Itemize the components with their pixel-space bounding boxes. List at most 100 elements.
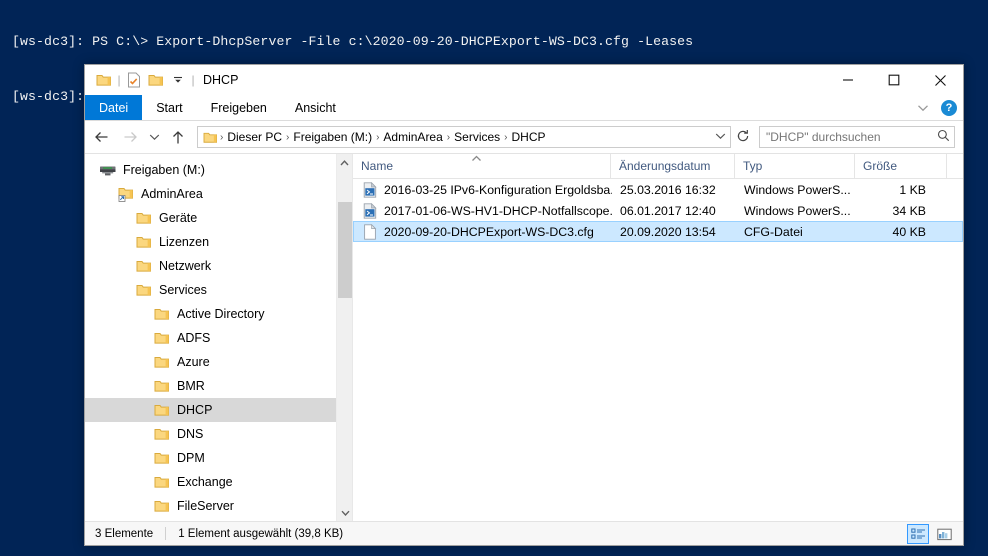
sidebar-item-label: Geräte xyxy=(159,211,198,225)
view-mode-buttons xyxy=(907,522,955,546)
minimize-button[interactable] xyxy=(825,65,871,95)
file-name-cell[interactable]: 2017-01-06-WS-HV1-DHCP-Notfallscope... xyxy=(354,202,612,219)
address-bar-row: › Dieser PC › Freigaben (M:) › AdminArea… xyxy=(85,121,963,153)
scroll-down-arrow-icon[interactable] xyxy=(337,504,352,521)
status-divider xyxy=(165,527,167,540)
breadcrumb: › Dieser PC › Freigaben (M:) › AdminArea… xyxy=(219,130,712,144)
breadcrumb-item-adminarea[interactable]: AdminArea xyxy=(380,130,445,144)
close-button[interactable] xyxy=(917,65,963,95)
folder-icon xyxy=(153,354,171,370)
column-header-nderungsdatum[interactable]: Änderungsdatum xyxy=(611,153,735,179)
file-explorer-window: | | DHCP Datei Start Freigeben Ansicht ?… xyxy=(84,64,964,546)
tab-ansicht[interactable]: Ansicht xyxy=(281,95,350,120)
sidebar-item-fileserver[interactable]: FileServer xyxy=(85,494,352,518)
breadcrumb-item-freigaben[interactable]: Freigaben (M:) xyxy=(290,130,375,144)
sidebar-item-bmr[interactable]: BMR xyxy=(85,374,352,398)
nav-pane-scrollbar[interactable] xyxy=(336,154,352,521)
tab-label: Freigeben xyxy=(210,100,267,115)
folder-icon xyxy=(153,426,171,442)
item-count-label: 3 Elemente xyxy=(95,527,154,540)
sidebar-item-label: Lizenzen xyxy=(159,235,210,249)
search-box[interactable]: "DHCP" durchsuchen xyxy=(759,126,955,148)
sidebar-item-label: AdminArea xyxy=(141,187,203,201)
file-size-cell: 40 KB xyxy=(892,224,927,239)
sidebar-item-dns[interactable]: DNS xyxy=(85,422,352,446)
tab-label: Start xyxy=(156,100,183,115)
folder-tree: Freigaben (M:) AdminArea Geräte Lizenzen Net… xyxy=(85,154,352,518)
folder-icon xyxy=(153,306,171,322)
maximize-button[interactable] xyxy=(871,65,917,95)
sidebar-item-adfs[interactable]: ADFS xyxy=(85,326,352,350)
table-row[interactable]: 2016-03-25 IPv6-Konfiguration Ergoldsba.… xyxy=(353,179,963,200)
search-input[interactable]: "DHCP" durchsuchen xyxy=(766,130,937,144)
sidebar-item-freigaben-m[interactable]: Freigaben (M:) xyxy=(85,158,352,182)
console-line: [ws-dc3]: PS C:\> Export-DhcpServer -Fil… xyxy=(12,34,694,50)
back-button[interactable] xyxy=(89,124,115,150)
generic-file-icon xyxy=(362,223,378,240)
sidebar-item-services[interactable]: Services xyxy=(85,278,352,302)
new-folder-icon[interactable] xyxy=(145,69,167,91)
sidebar-item-exchange[interactable]: Exchange xyxy=(85,470,352,494)
sidebar-item-label: Netzwerk xyxy=(159,259,212,273)
powershell-script-icon xyxy=(362,202,378,219)
details-view-button[interactable] xyxy=(907,524,929,544)
title-bar[interactable]: | | DHCP xyxy=(85,65,963,95)
folder-icon xyxy=(201,131,219,144)
recent-locations-button[interactable] xyxy=(145,124,163,150)
address-bar[interactable]: › Dieser PC › Freigaben (M:) › AdminArea… xyxy=(197,126,731,148)
sidebar-item-label: DHCP xyxy=(177,403,213,417)
breadcrumb-item-dhcp[interactable]: DHCP xyxy=(509,130,549,144)
folder-icon xyxy=(135,210,153,226)
chevron-down-icon[interactable] xyxy=(917,101,929,115)
properties-icon[interactable] xyxy=(123,69,145,91)
column-header-label: Änderungsdatum xyxy=(619,159,711,173)
file-size-cell: 1 KB xyxy=(899,182,926,197)
file-type-cell: Windows PowerS... xyxy=(744,182,851,197)
sidebar-item-label: Services xyxy=(159,283,207,297)
toolbar-separator: | xyxy=(191,73,195,87)
breadcrumb-item-dieser-pc[interactable]: Dieser PC xyxy=(224,130,285,144)
sidebar-item-azure[interactable]: Azure xyxy=(85,350,352,374)
scroll-up-arrow-icon[interactable] xyxy=(337,154,352,171)
sidebar-item-netzwerk[interactable]: Netzwerk xyxy=(85,254,352,278)
tab-freigeben[interactable]: Freigeben xyxy=(197,95,281,120)
sidebar-item-adminarea[interactable]: AdminArea xyxy=(85,182,352,206)
folder-icon xyxy=(153,450,171,466)
file-name-label: 2017-01-06-WS-HV1-DHCP-Notfallscope... xyxy=(384,203,612,218)
folder-icon xyxy=(135,234,153,250)
sidebar-item-dhcp[interactable]: DHCP xyxy=(85,398,352,422)
sidebar-item-active-directory[interactable]: Active Directory xyxy=(85,302,352,326)
large-icons-view-button[interactable] xyxy=(933,524,955,544)
forward-button xyxy=(117,124,143,150)
up-button[interactable] xyxy=(165,124,191,150)
sidebar-item-dpm[interactable]: DPM xyxy=(85,446,352,470)
sidebar-item-label: ADFS xyxy=(177,331,211,345)
column-header-label: Größe xyxy=(863,159,898,173)
file-modified-cell: 06.01.2017 12:40 xyxy=(620,203,716,218)
column-header-typ[interactable]: Typ xyxy=(735,153,855,179)
column-header-name[interactable]: Name xyxy=(353,153,611,179)
file-name-cell[interactable]: 2020-09-20-DHCPExport-WS-DC3.cfg xyxy=(354,223,612,240)
tab-datei[interactable]: Datei xyxy=(85,95,143,120)
breadcrumb-item-services[interactable]: Services xyxy=(451,130,503,144)
toolbar-separator: | xyxy=(117,73,121,87)
sidebar-item-lizenzen[interactable]: Lizenzen xyxy=(85,230,352,254)
help-button[interactable]: ? xyxy=(941,100,957,116)
folder-icon xyxy=(153,498,171,514)
refresh-icon[interactable] xyxy=(733,129,753,146)
navigation-pane: Freigaben (M:) AdminArea Geräte Lizenzen Net… xyxy=(85,154,353,521)
scrollbar-thumb[interactable] xyxy=(338,202,352,298)
column-header-gr-e[interactable]: Größe xyxy=(855,153,947,179)
chevron-down-icon[interactable] xyxy=(712,132,728,142)
file-name-cell[interactable]: 2016-03-25 IPv6-Konfiguration Ergoldsba.… xyxy=(354,181,612,198)
status-bar: 3 Elemente 1 Element ausgewählt (39,8 KB… xyxy=(85,521,963,545)
table-row[interactable]: 2020-09-20-DHCPExport-WS-DC3.cfg 20.09.20… xyxy=(353,221,963,242)
sidebar-item-ger-te[interactable]: Geräte xyxy=(85,206,352,230)
quick-access-toolbar: | | xyxy=(85,69,197,91)
file-name-label: 2020-09-20-DHCPExport-WS-DC3.cfg xyxy=(384,224,594,239)
folder-icon[interactable] xyxy=(93,69,115,91)
search-icon[interactable] xyxy=(937,129,950,145)
tab-start[interactable]: Start xyxy=(142,95,196,120)
customize-dropdown-icon[interactable] xyxy=(167,69,189,91)
table-row[interactable]: 2017-01-06-WS-HV1-DHCP-Notfallscope... 06… xyxy=(353,200,963,221)
